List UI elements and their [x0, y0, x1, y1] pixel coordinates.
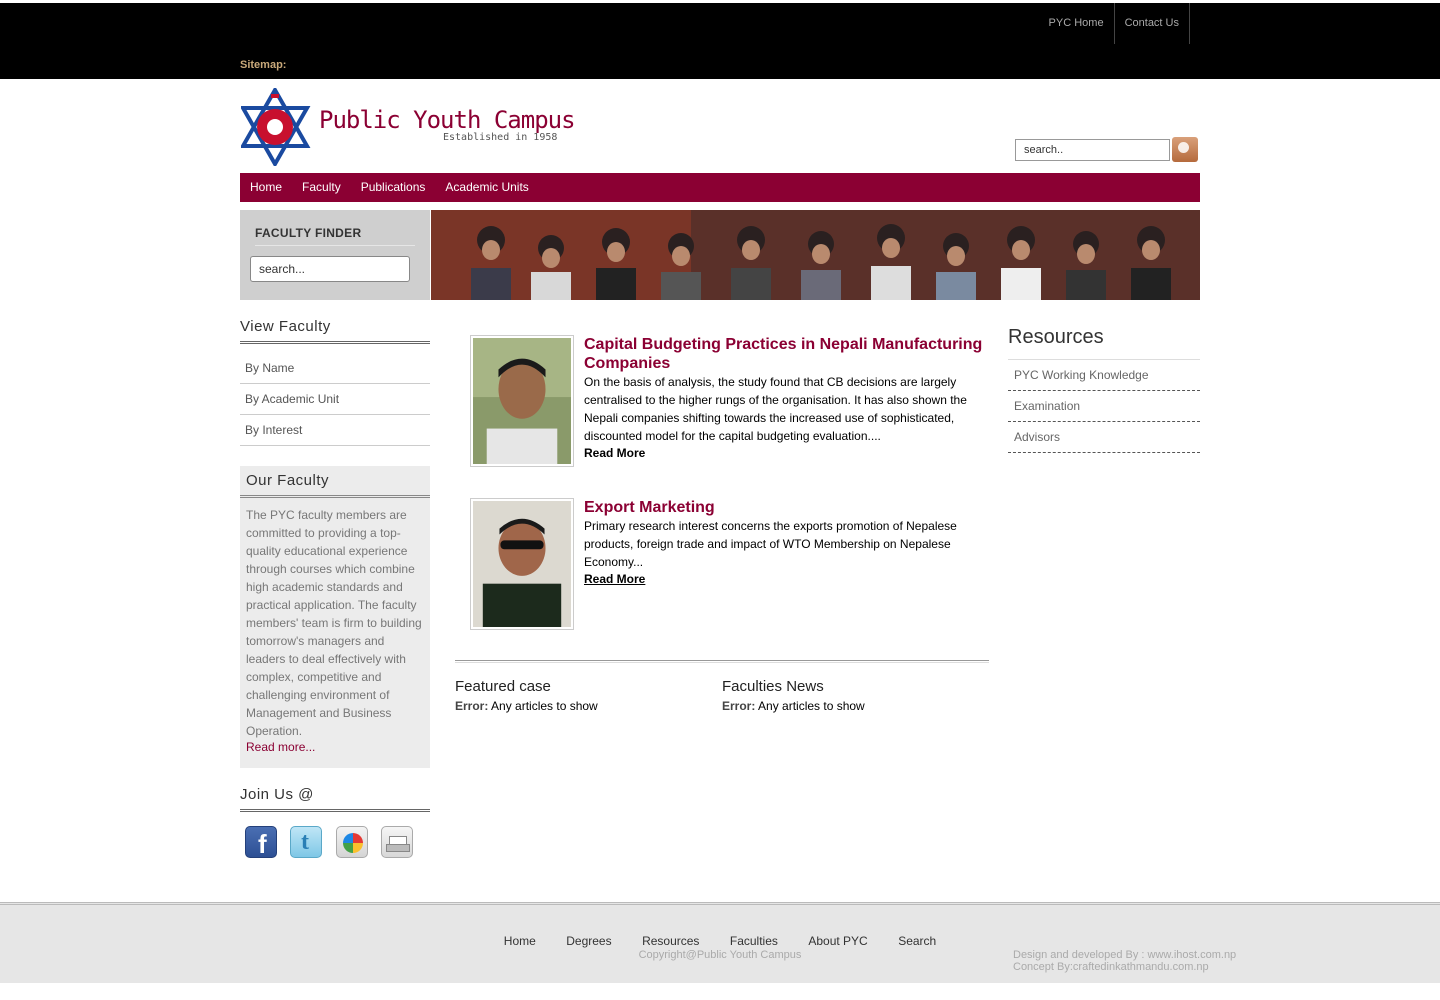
- main-nav: Home Faculty Publications Academic Units: [240, 173, 1200, 202]
- our-faculty-read-more[interactable]: Read more...: [246, 740, 315, 754]
- view-faculty-title: View Faculty: [240, 318, 430, 344]
- footer-nav-home[interactable]: Home: [504, 934, 536, 948]
- google-buzz-icon[interactable]: [336, 826, 368, 858]
- sitemap-label[interactable]: Sitemap:: [240, 59, 286, 71]
- footer-nav-faculties[interactable]: Faculties: [730, 934, 778, 948]
- resources-pyc-working-knowledge[interactable]: PYC Working Knowledge: [1008, 360, 1200, 391]
- footer-credit-developer[interactable]: Design and developed By : www.ihost.com.…: [1013, 949, 1236, 961]
- site-search-input[interactable]: [1015, 139, 1170, 161]
- article-1-body: On the basis of analysis, the study foun…: [584, 375, 967, 443]
- faculty-finder-input[interactable]: [250, 256, 410, 282]
- footer-credits: Design and developed By : www.ihost.com.…: [1013, 949, 1236, 973]
- featured-case-title: Featured case: [455, 678, 551, 695]
- footer-credit-concept[interactable]: Concept By:craftedinkathmandu.com.np: [1013, 961, 1236, 973]
- article-1-thumbnail[interactable]: [470, 335, 574, 467]
- top-nav-pyc-home[interactable]: PYC Home: [1049, 3, 1115, 44]
- search-icon: [1178, 142, 1189, 153]
- our-faculty-title: Our Faculty: [240, 466, 430, 498]
- print-icon[interactable]: [381, 826, 413, 858]
- top-bar: PYC Home Contact Us Sitemap:: [0, 3, 1440, 79]
- our-faculty-box: Our Faculty The PYC faculty members are …: [240, 466, 430, 768]
- top-nav-contact-us[interactable]: Contact Us: [1115, 3, 1190, 44]
- article-2-title[interactable]: Export Marketing: [584, 498, 989, 517]
- resources-examination[interactable]: Examination: [1008, 391, 1200, 422]
- article-2-thumbnail[interactable]: [470, 498, 574, 630]
- article-1-title[interactable]: Capital Budgeting Practices in Nepali Ma…: [584, 335, 989, 373]
- main-nav-academic-units[interactable]: Academic Units: [435, 173, 538, 202]
- footer-nav-search[interactable]: Search: [898, 934, 936, 948]
- logo-name: Public Youth Campus: [319, 106, 576, 134]
- our-faculty-text: The PYC faculty members are committed to…: [246, 508, 422, 738]
- faculties-news-error-label: Error:: [722, 699, 756, 713]
- view-faculty-list: By Name By Academic Unit By Interest: [240, 353, 430, 446]
- footer-nav-resources[interactable]: Resources: [642, 934, 699, 948]
- article-2-read-more[interactable]: Read More: [584, 572, 645, 586]
- resources-title: Resources: [1008, 326, 1200, 360]
- footer-nav-about-pyc[interactable]: About PYC: [808, 934, 867, 948]
- join-us-title: Join Us @: [240, 786, 430, 812]
- view-faculty-by-academic-unit[interactable]: By Academic Unit: [240, 384, 430, 415]
- banner-students-photo: [431, 210, 1200, 300]
- resources-advisors[interactable]: Advisors: [1008, 422, 1200, 453]
- twitter-icon[interactable]: t: [290, 826, 322, 858]
- footer-nav-degrees[interactable]: Degrees: [566, 934, 611, 948]
- faculty-photo-2: [473, 501, 571, 627]
- faculties-news-error-text: Any articles to show: [755, 699, 865, 713]
- featured-case-error-text: Any articles to show: [488, 699, 598, 713]
- faculty-finder-title: FACULTY FINDER: [255, 226, 415, 246]
- article-1-read-more[interactable]: Read More: [584, 446, 645, 460]
- site-search-button[interactable]: [1172, 137, 1198, 162]
- faculties-news-error: Error: Any articles to show: [722, 699, 865, 713]
- featured-case-error-label: Error:: [455, 699, 489, 713]
- faculties-news-title: Faculties News: [722, 678, 824, 695]
- view-faculty-by-name[interactable]: By Name: [240, 353, 430, 384]
- view-faculty-by-interest[interactable]: By Interest: [240, 415, 430, 446]
- featured-case-error: Error: Any articles to show: [455, 699, 598, 713]
- footer: Home Degrees Resources Faculties About P…: [0, 902, 1440, 983]
- banner-image: [431, 210, 1200, 300]
- facebook-icon[interactable]: f: [245, 826, 277, 859]
- top-nav: PYC Home Contact Us: [1049, 3, 1190, 44]
- resources-list: PYC Working Knowledge Examination Adviso…: [1008, 360, 1200, 453]
- faculty-photo-1: [473, 338, 571, 464]
- site-logo[interactable]: Public Youth Campus Established in 1958: [239, 85, 576, 169]
- main-nav-home[interactable]: Home: [240, 173, 292, 202]
- faculty-finder: FACULTY FINDER: [240, 210, 430, 300]
- center-divider: [455, 660, 989, 663]
- article-2-body: Primary research interest concerns the e…: [584, 519, 957, 569]
- footer-nav: Home Degrees Resources Faculties About P…: [0, 932, 1440, 950]
- logo-tagline: Established in 1958: [443, 132, 558, 143]
- main-nav-faculty[interactable]: Faculty: [292, 173, 351, 202]
- main-nav-publications[interactable]: Publications: [351, 173, 436, 202]
